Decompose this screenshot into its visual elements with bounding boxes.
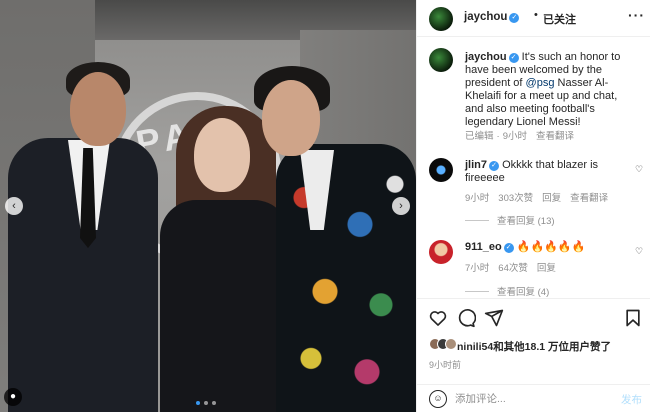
more-options-icon[interactable]: ··· [628,7,645,23]
avatar[interactable] [429,158,453,182]
caption-text: jaychou ✓ It's such an honor to have been… [465,51,629,129]
avatar [445,338,457,350]
comment-time: 9小时 [465,193,490,204]
comment-body: 🔥🔥🔥🔥🔥 [513,241,586,253]
view-replies[interactable]: 查看回复 (4) [465,284,549,298]
following-button[interactable]: 已关注 [543,11,576,27]
view-replies-label[interactable]: 查看回复 (13) [497,216,555,227]
comment-input[interactable] [455,390,605,408]
share-icon[interactable] [484,308,504,328]
emoji-icon[interactable]: ☺ [429,390,447,408]
carousel-dot [196,401,200,405]
reply-button[interactable]: 回复 [542,193,561,204]
liker-username[interactable]: ninili54 [457,341,493,353]
avatar[interactable] [429,240,453,264]
comment-composer: ☺ 发布 [417,384,650,412]
divider [465,220,489,221]
post-panel: jaychou ✓ • 已关注 ··· jaychou ✓ It's such an… [416,0,650,412]
post-header: jaychou ✓ • 已关注 ··· [417,0,650,37]
person-tag-icon[interactable]: ● [4,388,22,406]
avatar[interactable] [429,7,453,31]
header-username[interactable]: jaychou [464,11,507,23]
heart-icon[interactable]: ♡ [635,164,643,175]
divider [465,291,489,292]
action-bar [417,298,650,336]
translate-link[interactable]: 查看翻译 [536,131,574,142]
heart-icon[interactable]: ♡ [635,246,643,257]
comment-text: 911_eo ✓ 🔥🔥🔥🔥🔥 [465,241,629,254]
comment-meta: 7小时 64次赞 回复 [465,260,565,274]
comment-text: jlin7 ✓ Okkkk that blazer is fireeeee [465,159,629,185]
meta-dot: · [496,131,500,142]
carousel-dots [196,401,216,405]
mention-link[interactable]: @psg [526,77,555,89]
comment-icon[interactable] [456,308,476,328]
separator-dot: • [534,9,538,21]
view-replies-label[interactable]: 查看回复 (4) [497,287,549,298]
chevron-right-icon[interactable]: › [392,197,410,215]
post-button[interactable]: 发布 [621,392,642,407]
bookmark-icon[interactable] [623,308,643,328]
edited-label: 已编辑 [465,131,494,142]
comment-username[interactable]: 911_eo [465,241,502,253]
view-replies[interactable]: 查看回复 (13) [465,213,555,227]
reply-button[interactable]: 回复 [537,263,556,274]
comment-username[interactable]: jlin7 [465,159,487,171]
comment-meta: 9小时 303次赞 回复 查看翻译 [465,190,617,204]
comments-scroll[interactable]: jaychou ✓ It's such an honor to have been… [417,38,650,298]
verified-badge-icon: ✓ [489,161,500,171]
translate-link[interactable]: 查看翻译 [570,193,608,204]
verified-badge-icon: ✓ [503,243,514,253]
heart-icon[interactable] [428,308,448,328]
likes-text: ninili54和其他18.1 万位用户赞了 [457,339,611,354]
carousel-dot [212,401,216,405]
post-timestamp: 9小时前 [429,360,462,370]
carousel-dot [204,401,208,405]
caption-username[interactable]: jaychou [465,51,507,63]
comment-time: 7小时 [465,263,490,274]
comment-likes[interactable]: 64次赞 [498,263,528,274]
comment-likes[interactable]: 303次赞 [498,193,533,204]
verified-badge-icon: ✓ [508,53,519,63]
verified-badge-icon: ✓ [509,13,520,23]
likes-summary: ninili54和其他18.1 万位用户赞了 [417,336,650,356]
caption-meta: 已编辑 · 9小时 查看翻译 [465,128,583,142]
chevron-left-icon[interactable]: ‹ [5,197,23,215]
avatar[interactable] [429,48,453,72]
likes-count-link[interactable]: 和其他18.1 万位用户赞了 [493,341,611,353]
post-photo[interactable]: PA ‹ › ● [0,0,416,412]
caption-time: 9小时 [502,131,527,142]
